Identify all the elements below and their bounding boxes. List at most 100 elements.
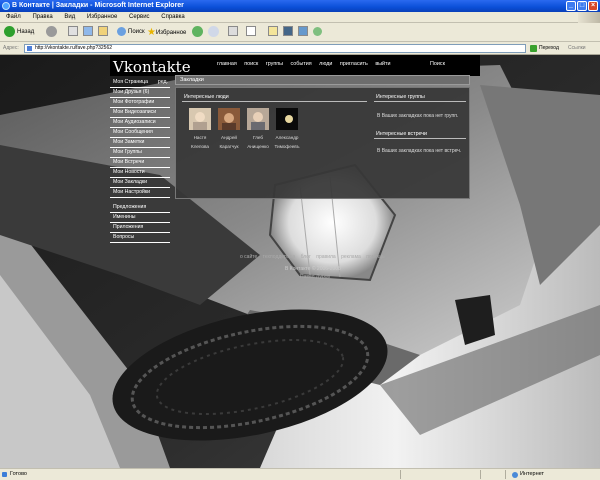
footer-link-blog[interactable]: блог bbox=[301, 254, 311, 260]
friend-photo[interactable] bbox=[218, 108, 240, 130]
sidebar-item-groups[interactable]: Мои Группы bbox=[110, 148, 170, 158]
friend-first-name: Андрей bbox=[221, 135, 237, 140]
search-label: Поиск bbox=[128, 29, 145, 35]
menu-view[interactable]: Вид bbox=[64, 14, 75, 20]
status-separator bbox=[400, 470, 401, 479]
back-label: Назад bbox=[17, 29, 35, 36]
back-button[interactable]: Назад bbox=[4, 26, 34, 39]
events-empty-message: В Ваших закладках пока нет встреч. bbox=[377, 148, 462, 154]
footer-link-help[interactable]: помощь bbox=[366, 254, 384, 260]
sidebar-item-bookmarks[interactable]: Мои Закладки bbox=[110, 178, 170, 188]
home-icon bbox=[98, 26, 108, 37]
page-icon bbox=[27, 46, 32, 51]
interesting-people-title: Интересные люди bbox=[182, 93, 367, 102]
sidebar-item-name-days[interactable]: Именины bbox=[110, 213, 170, 223]
friend-photo[interactable] bbox=[189, 108, 211, 130]
menu-bar: Файл Правка Вид Избранное Сервис Справка bbox=[0, 12, 600, 23]
stop-button[interactable] bbox=[68, 26, 78, 39]
copyright-text: В Контакте © 2006-2008 bbox=[285, 266, 341, 272]
edit-button[interactable] bbox=[246, 26, 256, 39]
minimize-button[interactable]: _ bbox=[566, 1, 576, 11]
sidebar-item-videos[interactable]: Мои Видеозаписи bbox=[110, 108, 170, 118]
history-button[interactable] bbox=[192, 26, 205, 39]
nav-invite[interactable]: пригласить bbox=[340, 61, 368, 67]
sidebar-item-suggestions[interactable]: Предложения bbox=[110, 203, 170, 213]
menu-tools[interactable]: Сервис bbox=[129, 14, 150, 20]
nav-logout[interactable]: выйти bbox=[375, 61, 390, 67]
mail-icon bbox=[208, 26, 219, 37]
menu-help[interactable]: Справка bbox=[161, 14, 185, 20]
sidebar-item-messages[interactable]: Мои Сообщения bbox=[110, 128, 170, 138]
sidebar-item-apps[interactable]: Приложения bbox=[110, 223, 170, 233]
sidebar-item-friends[interactable]: Мои Друзья (6) bbox=[110, 88, 170, 98]
groups-empty-message: В Ваших закладках пока нет групп. bbox=[377, 113, 459, 119]
friend-card[interactable]: Глеб Анищенко bbox=[244, 108, 272, 150]
refresh-button[interactable] bbox=[83, 26, 93, 39]
address-label: Адрес: bbox=[3, 45, 19, 51]
discuss-button[interactable] bbox=[268, 26, 278, 39]
research-icon bbox=[283, 26, 293, 37]
footer-link-ads[interactable]: реклама bbox=[341, 254, 361, 260]
bookmarks-panel: Интересные люди Настя Клепова Андрей Кар… bbox=[175, 87, 470, 199]
menu-edit[interactable]: Правка bbox=[32, 14, 52, 20]
address-url: http://vkontakte.ru/fave.php?32562 bbox=[35, 45, 112, 51]
mail-button[interactable] bbox=[208, 26, 221, 39]
sidebar-item-news[interactable]: Мои Новости bbox=[110, 168, 170, 178]
friend-first-name: Александр bbox=[275, 135, 299, 140]
sidebar-item-questions[interactable]: Вопросы bbox=[110, 233, 170, 243]
nav-people[interactable]: люди bbox=[319, 61, 332, 67]
nav-home[interactable]: главная bbox=[217, 61, 237, 67]
window-title: В Контакте | Закладки - Microsoft Intern… bbox=[12, 2, 184, 9]
favorites-button[interactable]: ★Избранное bbox=[147, 26, 186, 39]
links-label[interactable]: Ссылки bbox=[568, 42, 586, 55]
research-button[interactable] bbox=[283, 26, 293, 39]
tools-button[interactable] bbox=[313, 26, 324, 39]
windows-logo-icon bbox=[578, 12, 600, 23]
status-separator bbox=[505, 470, 506, 479]
nav-groups[interactable]: группы bbox=[266, 61, 283, 67]
friend-card[interactable]: Настя Клепова bbox=[186, 108, 214, 150]
sidebar-item-events[interactable]: Мои Встречи bbox=[110, 158, 170, 168]
friend-photo[interactable] bbox=[247, 108, 269, 130]
maximize-button[interactable]: □ bbox=[577, 1, 587, 11]
forward-button[interactable] bbox=[46, 26, 59, 39]
messenger-button[interactable] bbox=[298, 26, 308, 39]
site-logo[interactable]: Vkontakte bbox=[113, 58, 191, 76]
stop-icon bbox=[68, 26, 78, 37]
print-button[interactable] bbox=[228, 26, 238, 39]
address-input[interactable]: http://vkontakte.ru/fave.php?32562 bbox=[24, 44, 526, 53]
sidebar-item-label: Моя Страница bbox=[113, 79, 149, 85]
favorites-star-icon: ★ bbox=[147, 27, 156, 38]
discuss-icon bbox=[268, 26, 278, 37]
search-button[interactable]: Поиск bbox=[117, 26, 145, 39]
nav-events[interactable]: события bbox=[291, 61, 312, 67]
forward-arrow-icon bbox=[46, 26, 57, 37]
sidebar: Моя Страница ред. Мои Друзья (6) Мои Фот… bbox=[110, 78, 170, 243]
sidebar-item-settings[interactable]: Мои Настройки bbox=[110, 188, 170, 198]
footer-link-rules[interactable]: правила bbox=[316, 254, 335, 260]
edit-profile-link[interactable]: ред. bbox=[158, 78, 168, 86]
page-viewport: Vkontakte главная поиск группы события л… bbox=[0, 55, 600, 468]
search-icon bbox=[117, 26, 126, 36]
close-button[interactable]: × bbox=[588, 1, 598, 11]
sidebar-item-photos[interactable]: Мои Фотографии bbox=[110, 98, 170, 108]
footer-link-support[interactable]: техподдержка bbox=[263, 254, 296, 260]
go-button[interactable]: Переход bbox=[530, 43, 559, 54]
menu-file[interactable]: Файл bbox=[6, 14, 21, 20]
author-link[interactable]: Павел Дуров bbox=[300, 274, 330, 280]
internet-explorer-icon bbox=[2, 2, 10, 10]
sidebar-item-my-page[interactable]: Моя Страница ред. bbox=[110, 78, 170, 88]
window-title-bar: В Контакте | Закладки - Microsoft Intern… bbox=[0, 0, 600, 12]
friend-photo[interactable] bbox=[276, 108, 298, 130]
sidebar-item-notes[interactable]: Мои Заметки bbox=[110, 138, 170, 148]
history-icon bbox=[192, 26, 203, 37]
friend-card[interactable]: Александр Тимофеевъ bbox=[273, 108, 301, 150]
interesting-groups-title: Интересные группы bbox=[374, 93, 466, 102]
nav-search[interactable]: поиск bbox=[244, 61, 258, 67]
home-button[interactable] bbox=[98, 26, 108, 39]
footer-link-about[interactable]: о сайте bbox=[240, 254, 257, 260]
sidebar-item-audio[interactable]: Мои Аудиозаписи bbox=[110, 118, 170, 128]
menu-favorites[interactable]: Избранное bbox=[87, 14, 117, 20]
friend-card[interactable]: Андрей Каратчук bbox=[215, 108, 243, 150]
site-search-link[interactable]: Поиск bbox=[430, 61, 445, 67]
